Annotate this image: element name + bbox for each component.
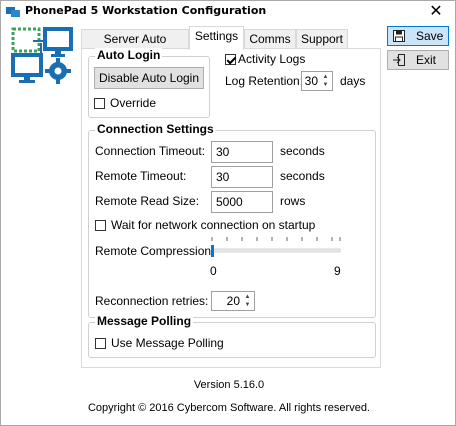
auto-login-title: Auto Login	[95, 48, 163, 62]
activity-logs-label: Activity Logs	[238, 52, 306, 66]
override-label: Override	[110, 96, 157, 110]
exit-button[interactable]: Exit	[387, 50, 449, 70]
remote-timeout-input[interactable]: 30	[211, 166, 273, 188]
exit-arrow-icon	[393, 54, 405, 66]
reconnection-retries-value: 20	[226, 294, 240, 308]
save-button[interactable]: Save	[387, 26, 449, 46]
log-retention-stepper[interactable]: 30 ▲ ▼	[301, 71, 333, 91]
wait-for-network-label: Wait for network connection on startup	[111, 218, 316, 232]
connection-timeout-label: Connection Timeout:	[95, 144, 206, 158]
log-retention-value: 30	[304, 74, 318, 88]
reconnection-retries-stepper[interactable]: 20 ▲ ▼	[211, 291, 255, 311]
window-title: PhonePad 5 Workstation Configuration	[25, 4, 267, 17]
stepper-down-icon[interactable]: ▼	[242, 301, 253, 309]
message-polling-group: Message Polling Use Message Polling	[88, 314, 376, 358]
wait-for-network-checkbox[interactable]	[95, 220, 106, 231]
connection-settings-title: Connection Settings	[95, 122, 216, 136]
title-bar: PhonePad 5 Workstation Configuration ✕	[1, 1, 455, 23]
remote-timeout-unit: seconds	[280, 169, 325, 183]
remote-compression-label: Remote Compression:	[95, 244, 215, 258]
message-polling-title: Message Polling	[95, 314, 194, 328]
auto-login-group: Auto Login Disable Auto Login Override	[88, 48, 210, 118]
connection-timeout-unit: seconds	[280, 144, 325, 158]
disable-auto-login-button[interactable]: Disable Auto Login	[94, 67, 204, 89]
connection-timeout-input[interactable]: 30	[211, 141, 273, 163]
stepper-up-icon[interactable]: ▲	[320, 73, 331, 81]
activity-logs-checkbox[interactable]	[225, 54, 236, 65]
app-window: PhonePad 5 Workstation Configuration ✕ S…	[0, 0, 456, 426]
save-label: Save	[416, 29, 444, 43]
log-retention-unit: days	[340, 74, 366, 88]
remote-read-size-input[interactable]: 5000	[211, 191, 273, 213]
remote-timeout-label: Remote Timeout:	[95, 169, 187, 183]
remote-compression-slider[interactable]	[211, 237, 341, 259]
use-message-polling-checkbox[interactable]	[95, 338, 106, 349]
stepper-up-icon[interactable]: ▲	[242, 293, 253, 301]
settings-tab-panel: Auto Login Disable Auto Login Override A…	[81, 48, 381, 368]
floppy-disk-icon	[393, 30, 405, 42]
tab-support[interactable]: Support	[296, 29, 348, 49]
exit-label: Exit	[416, 53, 437, 67]
stepper-down-icon[interactable]: ▼	[320, 81, 331, 89]
use-message-polling-label: Use Message Polling	[111, 336, 224, 350]
log-retention-label: Log Retention:	[225, 74, 304, 88]
override-checkbox[interactable]	[94, 98, 105, 109]
app-logo	[11, 27, 73, 84]
compression-max-label: 9	[334, 264, 341, 278]
close-icon[interactable]: ✕	[425, 2, 447, 22]
reconnection-retries-label: Reconnection retries:	[95, 294, 209, 308]
compression-min-label: 0	[210, 264, 217, 278]
connection-settings-group: Connection Settings Connection Timeout: …	[88, 122, 376, 318]
copyright-text: Copyright © 2016 Cybercom Software. All …	[87, 402, 370, 414]
version-text: Version 5.16.0	[193, 379, 265, 391]
app-icon	[6, 7, 20, 17]
remote-read-size-unit: rows	[280, 194, 306, 208]
remote-read-size-label: Remote Read Size:	[95, 194, 200, 208]
tab-settings[interactable]: Settings	[189, 26, 244, 50]
tab-server-auto-discovery[interactable]: Server Auto Discovery	[81, 29, 189, 64]
tab-comms[interactable]: Comms	[244, 29, 296, 49]
